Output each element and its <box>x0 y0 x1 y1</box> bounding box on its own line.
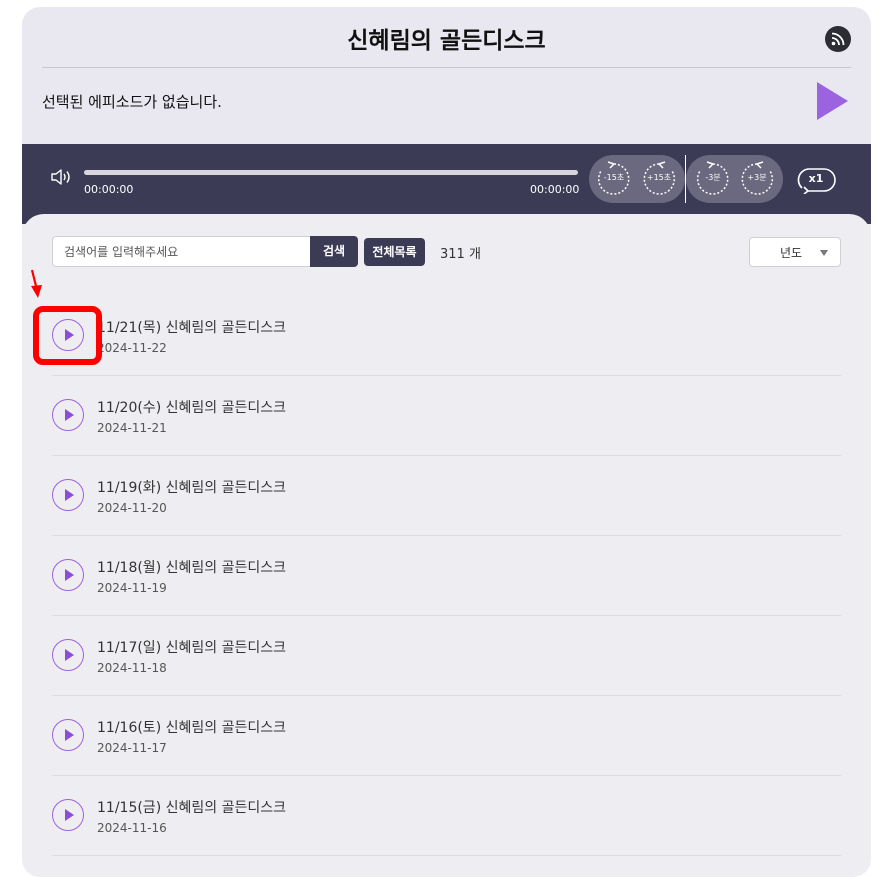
volume-icon[interactable] <box>50 168 74 186</box>
episode-date: 2024-11-17 <box>97 741 167 755</box>
episode-row[interactable]: 11/18(월) 신혜림의 골든디스크 2024-11-19 <box>52 536 841 616</box>
main-play-icon[interactable] <box>817 82 848 120</box>
search-box <box>52 236 311 267</box>
page-title: 신혜림의 골든디스크 <box>347 28 546 54</box>
skip-back-3m-label: -3분 <box>705 173 721 182</box>
play-icon[interactable] <box>52 719 84 751</box>
episode-date: 2024-11-16 <box>97 821 167 835</box>
search-input[interactable] <box>53 237 311 266</box>
header-divider <box>42 67 851 68</box>
episode-row[interactable]: 11/17(일) 신혜림의 골든디스크 2024-11-18 <box>52 616 841 696</box>
episode-row[interactable]: 11/15(금) 신혜림의 골든디스크 2024-11-16 <box>52 776 841 856</box>
episode-date: 2024-11-22 <box>97 341 167 355</box>
play-icon[interactable] <box>52 399 84 431</box>
episode-title[interactable]: 11/21(목) 신혜림의 골든디스크 <box>97 317 286 337</box>
skip-back-15-label: -15초 <box>603 173 625 182</box>
skip-15-group: -15초 +15초 <box>589 155 685 203</box>
header-section: 신혜림의 골든디스크 선택된 에피소드가 없습니다. <box>22 7 871 144</box>
episode-row[interactable]: 11/16(토) 신혜림의 골든디스크 2024-11-17 <box>52 696 841 776</box>
episode-list-area: 검색 전체목록 311 개 년도 11/21(목) 신혜림의 골든디스크 202… <box>22 214 871 877</box>
episode-title[interactable]: 11/15(금) 신혜림의 골든디스크 <box>97 797 286 817</box>
episode-date: 2024-11-19 <box>97 581 167 595</box>
episode-row[interactable]: 11/19(화) 신혜림의 골든디스크 2024-11-20 <box>52 456 841 536</box>
audio-player: 00:00:00 00:00:00 -15초 +15초 -3분 +3분 x1 <box>22 144 871 224</box>
skip-forward-3m-button[interactable]: +3분 <box>737 159 777 199</box>
episode-date: 2024-11-18 <box>97 661 167 675</box>
year-select[interactable]: 년도 <box>749 237 841 267</box>
no-episode-text: 선택된 에피소드가 없습니다. <box>42 93 222 111</box>
episode-title[interactable]: 11/20(수) 신혜림의 골든디스크 <box>97 397 286 417</box>
annotation-arrow-icon <box>30 269 42 298</box>
skip-forward-3m-label: +3분 <box>747 173 767 182</box>
duration-time: 00:00:00 <box>530 183 580 196</box>
progress-slider[interactable] <box>84 170 578 175</box>
episode-count: 311 개 <box>440 247 481 262</box>
play-icon[interactable] <box>52 559 84 591</box>
skip-forward-15-button[interactable]: +15초 <box>639 159 679 199</box>
chevron-down-icon <box>820 250 828 256</box>
podcast-card: 신혜림의 골든디스크 선택된 에피소드가 없습니다. 00:00:00 00:0… <box>22 7 871 877</box>
search-button[interactable]: 검색 <box>310 236 358 267</box>
play-icon[interactable] <box>52 799 84 831</box>
playback-speed-button[interactable]: x1 <box>794 166 838 195</box>
episode-title[interactable]: 11/17(일) 신혜림의 골든디스크 <box>97 637 286 657</box>
episode-row[interactable]: 11/20(수) 신혜림의 골든디스크 2024-11-21 <box>52 376 841 456</box>
episode-row[interactable]: 11/21(목) 신혜림의 골든디스크 2024-11-22 <box>52 296 841 376</box>
episode-title[interactable]: 11/19(화) 신혜림의 골든디스크 <box>97 477 286 497</box>
skip-back-3m-button[interactable]: -3분 <box>693 159 733 199</box>
rss-icon[interactable] <box>825 26 851 52</box>
year-select-label: 년도 <box>780 246 803 260</box>
current-time: 00:00:00 <box>84 183 134 196</box>
episode-title[interactable]: 11/16(토) 신혜림의 골든디스크 <box>97 717 286 737</box>
playback-speed-label: x1 <box>808 172 824 185</box>
episode-date: 2024-11-20 <box>97 501 167 515</box>
play-icon[interactable] <box>52 639 84 671</box>
all-list-button[interactable]: 전체목록 <box>364 238 425 266</box>
annotation-highlight-box <box>33 306 102 365</box>
play-icon[interactable] <box>52 479 84 511</box>
skip-back-15-button[interactable]: -15초 <box>594 159 634 199</box>
skip-3m-group: -3분 +3분 <box>686 155 783 203</box>
episode-title[interactable]: 11/18(월) 신혜림의 골든디스크 <box>97 557 286 577</box>
episode-date: 2024-11-21 <box>97 421 167 435</box>
skip-forward-15-label: +15초 <box>646 173 672 182</box>
